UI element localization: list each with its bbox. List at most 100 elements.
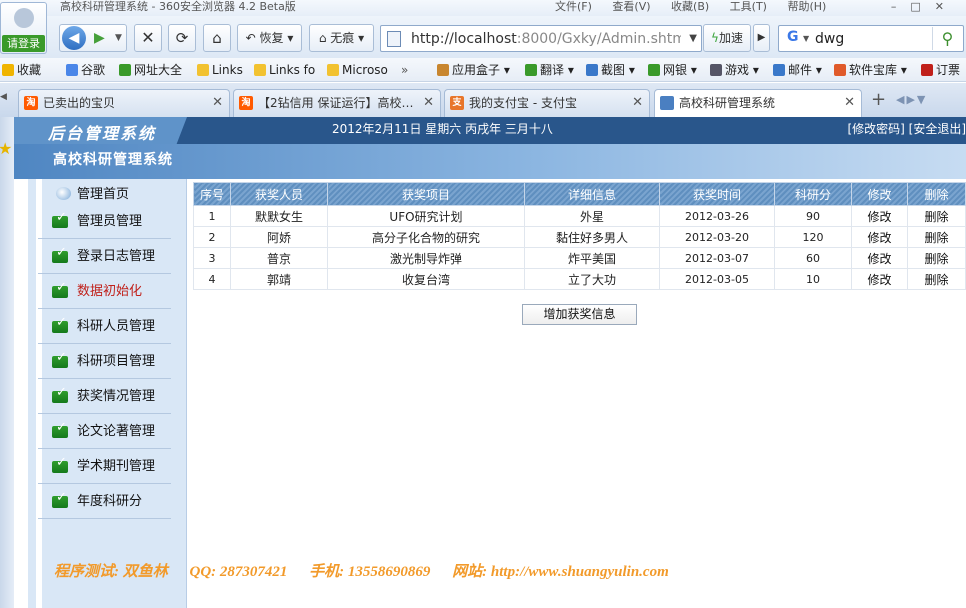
nav-admin-manage[interactable]: ✓ 管理员管理 — [38, 204, 171, 239]
delete-link[interactable]: 删除 — [907, 226, 966, 248]
add-award-button[interactable]: 增加获奖信息 — [522, 304, 637, 325]
nav-login-log[interactable]: ✓ 登录日志管理 — [38, 239, 171, 274]
login-button[interactable]: 请登录 — [2, 35, 45, 52]
bookmark-games[interactable]: 游戏 ▾ — [710, 58, 759, 82]
back-forward-button[interactable]: ◀ ▶ ▼ — [59, 24, 127, 52]
bookmark-links-fo[interactable]: Links fo — [254, 58, 315, 82]
menu-favorites[interactable]: 收藏(B) — [671, 0, 709, 13]
history-dropdown-icon[interactable]: ▼ — [115, 25, 122, 51]
nav-researcher[interactable]: ✓ 科研人员管理 — [38, 309, 171, 344]
bookmark-hao360[interactable]: 网址大全 — [119, 58, 182, 82]
home-button[interactable]: ⌂ — [203, 24, 231, 52]
incognito-button[interactable]: ⌂ 无痕 ▾ — [309, 24, 374, 52]
speedup-button[interactable]: ϟ加速 — [703, 24, 751, 52]
tab-close-icon[interactable]: ✕ — [844, 90, 855, 116]
checkmark-icon: ✓ — [52, 350, 71, 368]
menu-tools[interactable]: 工具(T) — [730, 0, 767, 13]
bookmark-software[interactable]: 软件宝库 ▾ — [834, 58, 907, 82]
footer-website[interactable]: 网站: http://www.shuangyulin.com — [452, 564, 669, 580]
checkmark-icon: ✓ — [52, 490, 71, 508]
cell-score: 10 — [774, 268, 852, 290]
cell-project: UFO研究计划 — [327, 205, 525, 227]
menu-help[interactable]: 帮助(H) — [787, 0, 826, 13]
menu-file[interactable]: 文件(F) — [555, 0, 592, 13]
user-avatar[interactable]: 请登录 — [0, 2, 47, 54]
nav-awards[interactable]: ✓ 获奖情况管理 — [38, 379, 171, 414]
bookmark-favorites[interactable]: 收藏 — [2, 58, 41, 82]
checkmark-icon: ✓ — [52, 245, 71, 263]
delete-link[interactable]: 删除 — [907, 205, 966, 227]
delete-link[interactable]: 删除 — [907, 268, 966, 290]
tab-taobao-listing[interactable]: 淘 【2钻信用 保证运行】高校… ✕ — [233, 89, 441, 117]
tab-scroll-left-icon[interactable]: ◀ — [0, 92, 14, 110]
checkmark-icon: ✓ — [52, 455, 71, 473]
column-header: 获奖时间 — [659, 182, 775, 206]
nav-project[interactable]: ✓ 科研项目管理 — [38, 344, 171, 379]
delete-link[interactable]: 删除 — [907, 247, 966, 269]
nav-data-init[interactable]: ✓ 数据初始化 — [38, 274, 171, 309]
tab-close-icon[interactable]: ✕ — [423, 90, 434, 116]
nav-papers[interactable]: ✓ 论文论著管理 — [38, 414, 171, 449]
edit-link[interactable]: 修改 — [851, 205, 908, 227]
go-button[interactable]: ▶ — [753, 24, 770, 52]
menu-view[interactable]: 查看(V) — [612, 0, 650, 13]
globe-icon — [56, 187, 71, 200]
bookmarks-more-icon[interactable]: » — [401, 58, 408, 82]
account-links[interactable]: [修改密码] [安全退出] — [847, 117, 966, 142]
logo: 后台管理系统 — [14, 117, 187, 144]
edit-link[interactable]: 修改 — [851, 247, 908, 269]
star-icon[interactable]: ★ — [0, 139, 12, 158]
nav-annual-score[interactable]: ✓ 年度科研分 — [38, 484, 171, 519]
bookmark-links[interactable]: Links — [197, 58, 243, 82]
address-dropdown-icon[interactable]: ▼ — [689, 26, 697, 52]
tab-close-icon[interactable]: ✕ — [212, 90, 223, 116]
minimize-icon[interactable]: – — [891, 0, 911, 13]
tab-navigation-icons[interactable]: ◀▶▼ — [896, 93, 927, 106]
bookmarks-bar: 收藏 谷歌 网址大全 Links Links fo Microso » 应用盒子… — [0, 58, 966, 82]
address-bar[interactable]: http://localhost:8000/Gxky/Admin.shtm ▼ — [380, 25, 702, 52]
tab-research-admin[interactable]: 高校科研管理系统 ✕ — [654, 89, 862, 118]
table-row: 1 默默女生 UFO研究计划 外星 2012-03-26 90 修改 删除 — [193, 205, 966, 227]
top-band: 后台管理系统 2012年2月11日 星期六 丙戌年 三月十八 [修改密码] [安… — [14, 117, 966, 144]
tab-sold-items[interactable]: 淘 已卖出的宝贝 ✕ — [18, 89, 230, 117]
cell-person: 普京 — [230, 247, 328, 269]
side-dock: ★ — [0, 117, 14, 608]
tab-close-icon[interactable]: ✕ — [632, 90, 643, 116]
search-input[interactable]: dwg — [815, 26, 844, 52]
restore-label: 恢复 — [259, 31, 284, 45]
back-arrow-icon[interactable]: ◀ — [62, 26, 86, 50]
refresh-button[interactable]: ⟳ — [168, 24, 196, 52]
new-tab-button[interactable]: + — [866, 89, 891, 113]
tab-alipay[interactable]: 支 我的支付宝 - 支付宝 ✕ — [444, 89, 650, 117]
bookmark-ebank[interactable]: 网银 ▾ — [648, 58, 697, 82]
bookmark-app-box[interactable]: 应用盒子 ▾ — [437, 58, 510, 82]
address-url[interactable]: http://localhost:8000/Gxky/Admin.shtm — [411, 26, 681, 52]
date-display: 2012年2月11日 星期六 丙戌年 三月十八 — [332, 122, 553, 136]
search-icon[interactable]: ⚲ — [932, 27, 962, 50]
nav-journals[interactable]: ✓ 学术期刊管理 — [38, 449, 171, 484]
table-header-row: 序号 获奖人员 获奖项目 详细信息 获奖时间 科研分 修改 删除 — [193, 182, 966, 206]
table-row: 3 普京 激光制导炸弹 炸平美国 2012-03-07 60 修改 删除 — [193, 247, 966, 269]
incognito-label: 无痕 — [330, 31, 355, 45]
close-icon[interactable]: ✕ — [935, 0, 958, 13]
search-engine-dropdown-icon[interactable]: ▼ — [803, 34, 809, 43]
bookmark-mail[interactable]: 邮件 ▾ — [773, 58, 822, 82]
column-header: 获奖人员 — [230, 182, 328, 206]
bookmark-google[interactable]: 谷歌 — [66, 58, 105, 82]
bookmark-microsoft[interactable]: Microso — [327, 58, 388, 82]
admin-home-link[interactable]: 管理首页 — [56, 183, 129, 202]
bookmark-tickets[interactable]: 订票 — [921, 58, 960, 82]
bookmark-translate[interactable]: 翻译 ▾ — [525, 58, 574, 82]
edit-link[interactable]: 修改 — [851, 268, 908, 290]
bookmark-screenshot[interactable]: 截图 ▾ — [586, 58, 635, 82]
google-icon[interactable]: G — [787, 29, 799, 45]
edit-link[interactable]: 修改 — [851, 226, 908, 248]
cell-person: 默默女生 — [230, 205, 328, 227]
maximize-icon[interactable]: □ — [910, 0, 934, 13]
footer-phone: 手机: 13558690869 — [309, 564, 431, 580]
restore-button[interactable]: ↶ 恢复 ▾ — [237, 24, 302, 52]
stop-button[interactable]: ✕ — [134, 24, 162, 52]
search-box[interactable]: G ▼ dwg ⚲ — [778, 25, 964, 52]
forward-arrow-icon[interactable]: ▶ — [94, 25, 105, 51]
footer-tester: 程序测试: 双鱼林 — [54, 564, 168, 580]
